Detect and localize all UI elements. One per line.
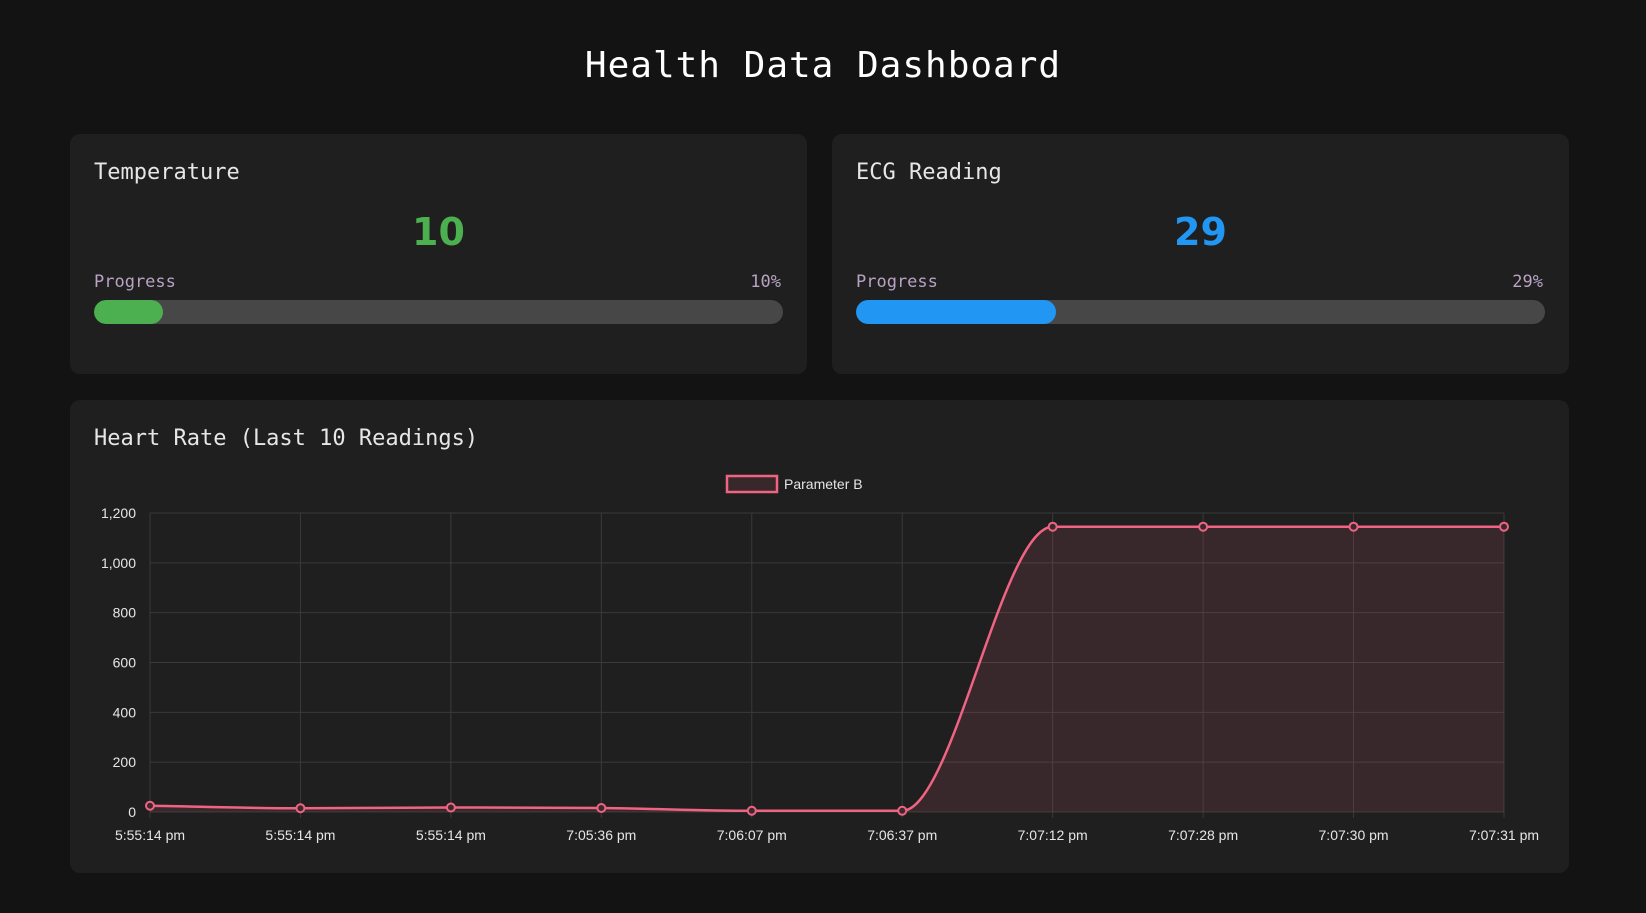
x-tick-label: 5:55:14 pm — [416, 827, 486, 843]
ecg-title: ECG Reading — [856, 160, 1002, 185]
data-point — [1499, 521, 1509, 532]
y-tick-label: 800 — [113, 605, 137, 621]
data-point — [1047, 521, 1058, 532]
x-tick-label: 7:07:30 pm — [1319, 827, 1389, 843]
y-tick-label: 0 — [128, 804, 136, 820]
temperature-progress-label: Progress — [94, 272, 176, 292]
y-tick-label: 600 — [113, 655, 137, 671]
x-tick-label: 5:55:14 pm — [265, 827, 335, 843]
x-tick-label: 7:07:31 pm — [1469, 827, 1539, 843]
x-tick-label: 7:06:37 pm — [867, 827, 937, 843]
heart-rate-card: Heart Rate (Last 10 Readings) 0 200 400 600… — [70, 400, 1569, 873]
legend-swatch — [725, 474, 779, 494]
temperature-value: 10 — [412, 210, 465, 254]
x-tick-label: 7:06:07 pm — [717, 827, 787, 843]
y-tick-label: 1,000 — [101, 555, 136, 571]
data-point — [145, 800, 155, 811]
legend-label: Parameter B — [784, 476, 863, 492]
ecg-progress-fill — [856, 300, 1056, 324]
x-tick-label: 5:55:14 pm — [115, 827, 185, 843]
ecg-progress-bar — [856, 300, 1545, 324]
y-tick-label: 400 — [113, 704, 137, 720]
x-tick-label: 7:07:28 pm — [1168, 827, 1238, 843]
data-point — [445, 802, 456, 813]
data-point — [746, 805, 757, 816]
temperature-title: Temperature — [94, 160, 240, 185]
x-tick-label: 7:05:36 pm — [566, 827, 636, 843]
y-tick-label: 1,200 — [101, 505, 136, 521]
heart-rate-chart: 0 200 400 600 800 1,000 1,200 5:55:14 pm 5:55:14… — [101, 474, 1539, 843]
x-tick-label: 7:07:12 pm — [1018, 827, 1088, 843]
data-point — [1198, 521, 1209, 532]
temperature-card: Temperature 10 Progress 10% — [70, 134, 807, 374]
temperature-progress-fill — [94, 300, 163, 324]
ecg-card: ECG Reading 29 Progress 29% — [832, 134, 1569, 374]
data-point — [1348, 521, 1359, 532]
temperature-progress-percent: 10% — [750, 272, 781, 292]
data-point — [295, 803, 306, 814]
data-point — [897, 805, 908, 816]
page-title: Health Data Dashboard — [584, 45, 1062, 86]
temperature-progress-bar — [94, 300, 783, 324]
ecg-progress-percent: 29% — [1512, 272, 1543, 292]
ecg-value: 29 — [1174, 210, 1227, 254]
data-point — [596, 803, 607, 814]
series-area-fill — [150, 526, 1504, 812]
ecg-progress-label: Progress — [856, 272, 938, 292]
y-tick-label: 200 — [113, 754, 137, 770]
